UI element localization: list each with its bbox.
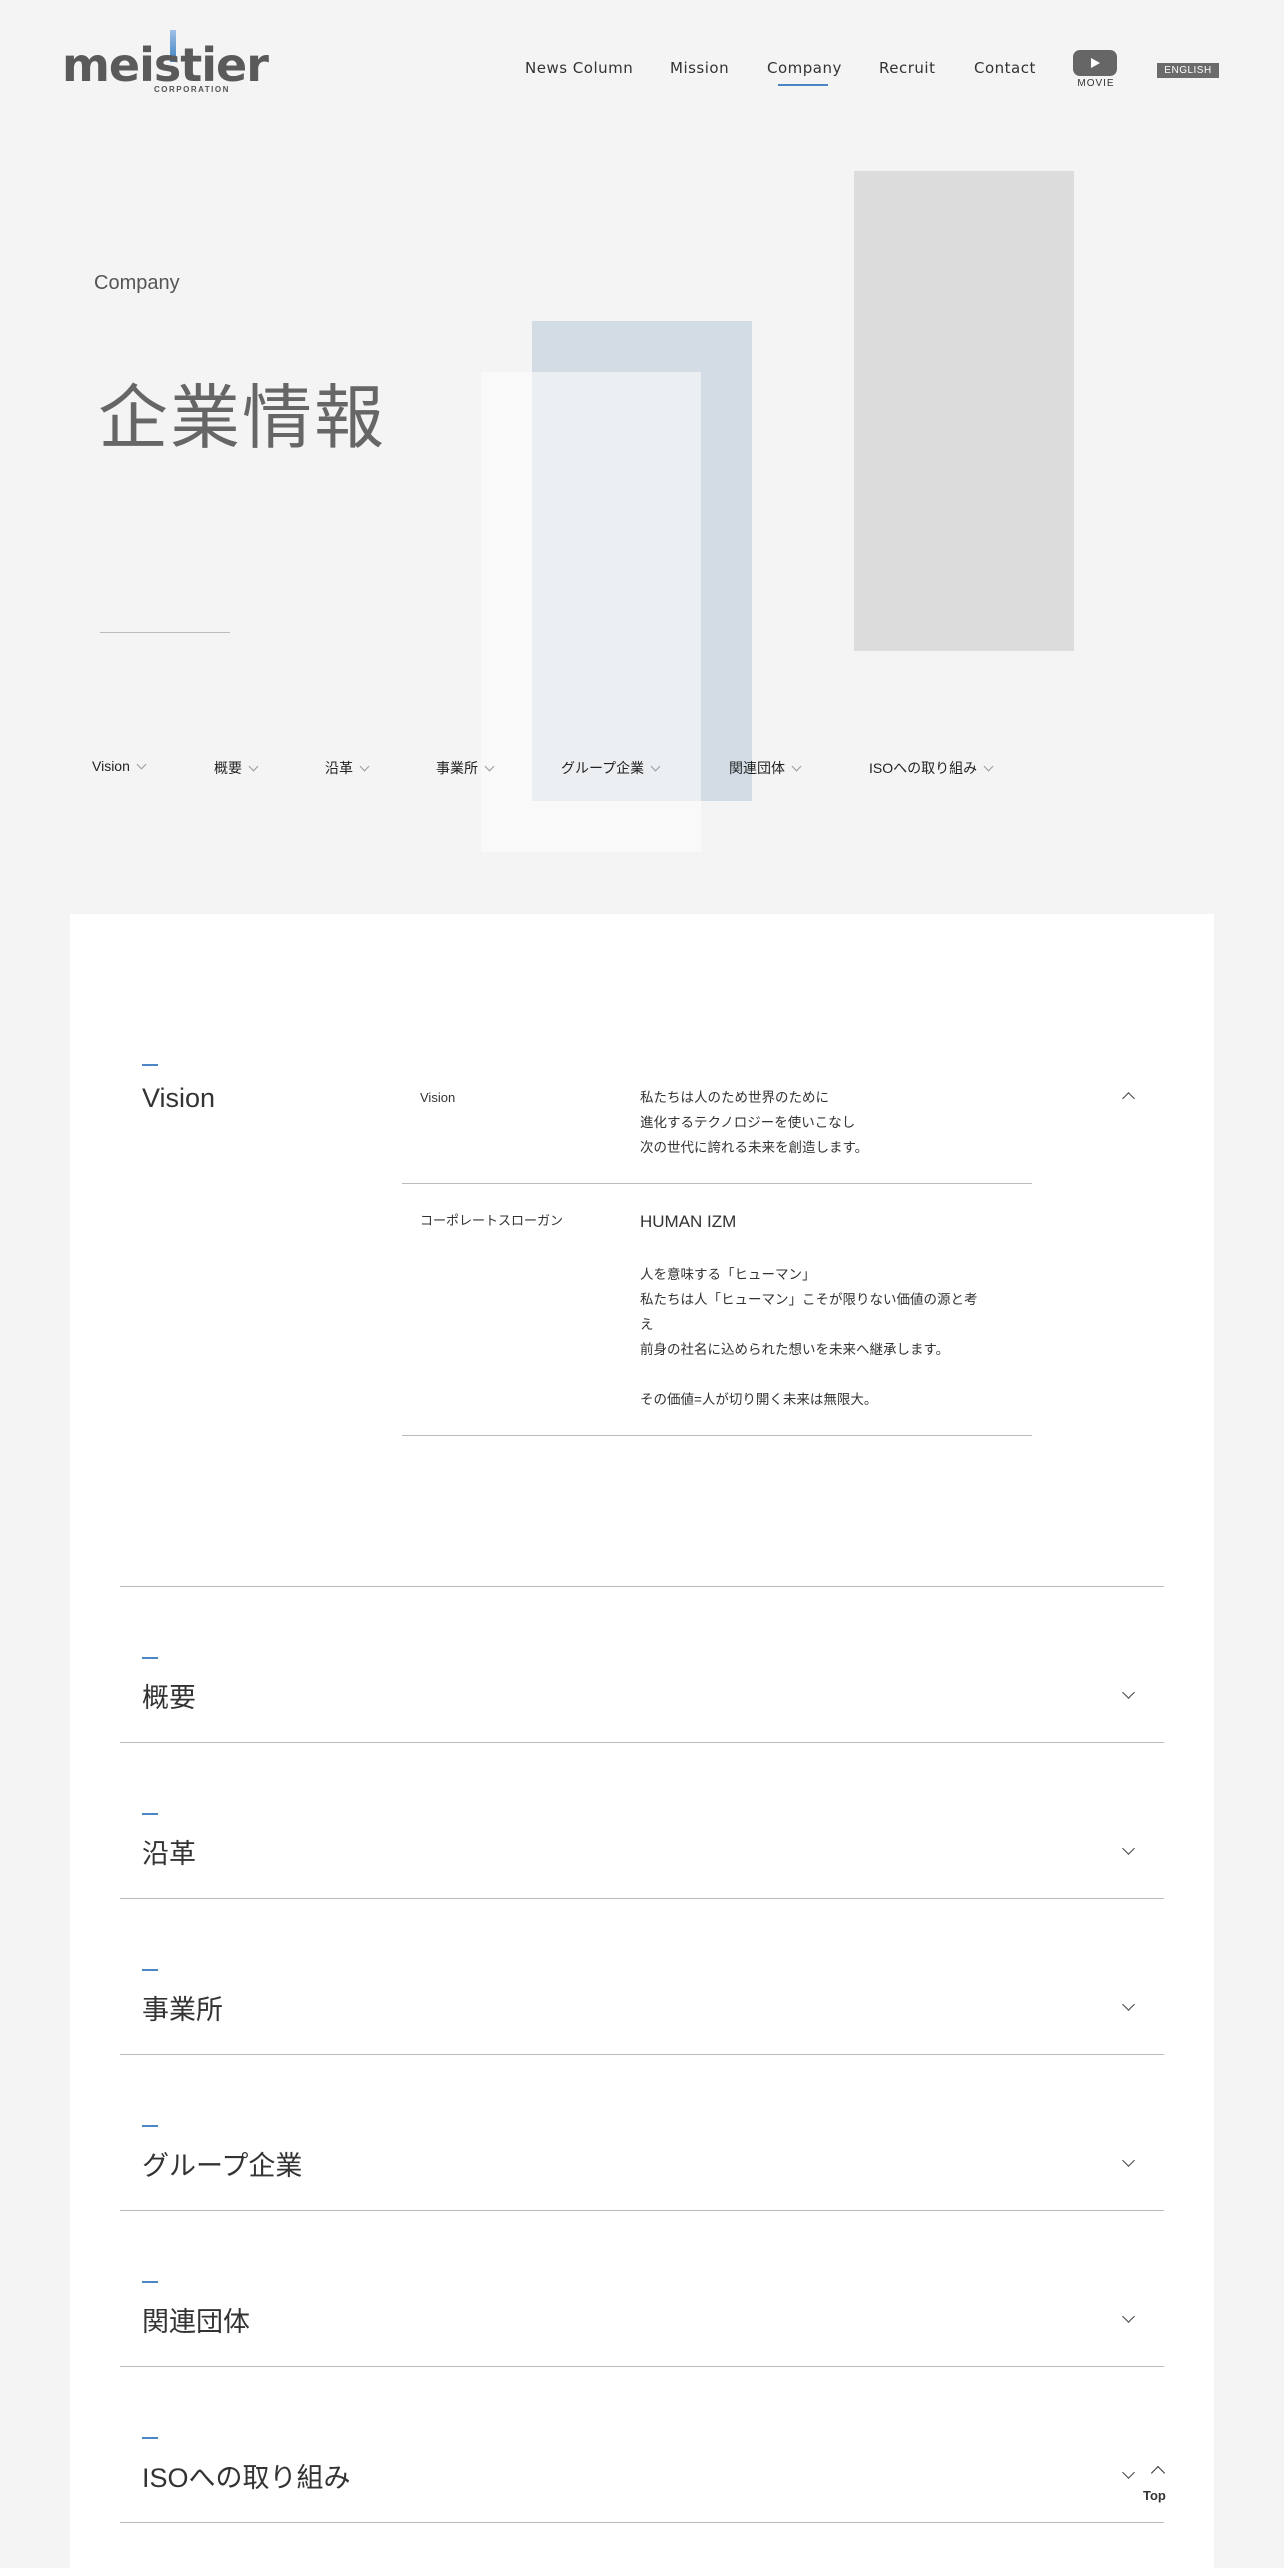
play-icon[interactable] [1073, 50, 1117, 76]
row-text-vision: 私たちは人のため世界のために 進化するテクノロジーを使いこなし 次の世代に誇れる… [640, 1085, 1010, 1160]
top-label: Top [1143, 2488, 1166, 2503]
hero-divider [100, 632, 230, 633]
anchor-history[interactable]: 沿革 [325, 758, 370, 778]
section-title-history[interactable]: 沿革 [142, 1832, 196, 1871]
page-title: 企業情報 [98, 377, 386, 459]
nav-news-column[interactable]: News Column [525, 59, 633, 77]
row-label-slogan: コーポレートスローガン [420, 1213, 564, 1228]
section-title-iso[interactable]: ISOへの取り組み [142, 2456, 351, 2495]
accordion-divider [120, 1898, 1164, 1899]
accordion-divider [120, 2366, 1164, 2367]
slogan-line: 私たちは人「ヒューマン」こそが限りない価値の源と考 [640, 1292, 978, 1307]
section-accent [142, 1657, 158, 1659]
logo-text: meistier [62, 38, 269, 92]
row-text-slogan: 人を意味する「ヒューマン」 私たちは人「ヒューマン」こそが限りない価値の源と考 … [640, 1262, 1010, 1412]
accordion-divider [120, 2210, 1164, 2211]
slogan-line: え [640, 1317, 654, 1332]
back-to-top-button[interactable]: Top [1140, 2460, 1176, 2504]
decorative-rect-gray [854, 171, 1074, 651]
company-logo[interactable]: meistier CORPORATION [62, 30, 269, 96]
section-accent [142, 2281, 158, 2283]
chevron-down-icon [983, 761, 994, 772]
anchor-offices[interactable]: 事業所 [436, 758, 495, 778]
section-title-overview[interactable]: 概要 [142, 1676, 196, 1715]
anchor-label: Vision [92, 758, 130, 774]
anchor-label: 関連団体 [729, 760, 785, 776]
english-button[interactable]: ENGLISH [1157, 63, 1219, 78]
accordion-divider [120, 2054, 1164, 2055]
slogan-line: その価値=人が切り開く未来は無限大。 [640, 1392, 878, 1407]
chevron-up-icon [1150, 2465, 1166, 2481]
slogan-heading: HUMAN IZM [640, 1212, 737, 1231]
anchor-vision[interactable]: Vision [92, 758, 147, 774]
anchor-overview[interactable]: 概要 [214, 758, 259, 778]
chevron-down-icon [791, 761, 802, 772]
anchor-label: グループ企業 [561, 760, 645, 776]
section-title-related-orgs[interactable]: 関連団体 [142, 2300, 250, 2339]
vision-line: 私たちは人のため世界のために [640, 1090, 829, 1105]
vision-line: 進化するテクノロジーを使いこなし [640, 1115, 856, 1130]
chevron-down-icon [136, 759, 147, 770]
anchor-group-companies[interactable]: グループ企業 [561, 758, 661, 778]
section-accent [142, 2437, 158, 2439]
decorative-rect-white [481, 372, 701, 852]
slogan-line: 人を意味する「ヒューマン」 [640, 1267, 816, 1282]
section-accent [142, 1969, 158, 1971]
nav-recruit[interactable]: Recruit [879, 59, 935, 77]
chevron-down-icon [484, 761, 495, 772]
movie-label[interactable]: MOVIE [1074, 78, 1118, 89]
anchor-label: 沿革 [325, 760, 353, 776]
anchor-label: 概要 [214, 760, 242, 776]
section-accent [142, 1064, 158, 1066]
nav-mission[interactable]: Mission [670, 59, 729, 77]
logo-subtext: CORPORATION [154, 85, 230, 94]
anchor-iso[interactable]: ISOへの取り組み [869, 758, 994, 778]
accordion-divider [120, 1742, 1164, 1743]
anchor-related-orgs[interactable]: 関連団体 [729, 758, 802, 778]
anchor-label: 事業所 [436, 760, 478, 776]
section-accent [142, 2125, 158, 2127]
accordion-divider [120, 1586, 1164, 1587]
nav-contact[interactable]: Contact [974, 59, 1036, 77]
nav-active-indicator [778, 84, 828, 86]
hero-subtitle: Company [94, 272, 180, 294]
row-divider [402, 1435, 1032, 1436]
chevron-down-icon [359, 761, 370, 772]
row-divider [402, 1183, 1032, 1184]
chevron-down-icon [650, 761, 661, 772]
vision-line: 次の世代に誇れる未来を創造します。 [640, 1140, 869, 1155]
slogan-line [640, 1362, 1010, 1387]
chevron-down-icon [248, 761, 259, 772]
anchor-label: ISOへの取り組み [869, 760, 978, 776]
row-label-vision: Vision [420, 1090, 456, 1105]
section-title-offices[interactable]: 事業所 [142, 1988, 223, 2027]
section-title-vision: Vision [142, 1083, 216, 1113]
accordion-divider [120, 2522, 1164, 2523]
section-title-group-companies[interactable]: グループ企業 [142, 2144, 302, 2183]
nav-company[interactable]: Company [767, 59, 842, 77]
section-accent [142, 1813, 158, 1815]
slogan-line: 前身の社名に込められた想いを未来へ継承します。 [640, 1342, 950, 1357]
